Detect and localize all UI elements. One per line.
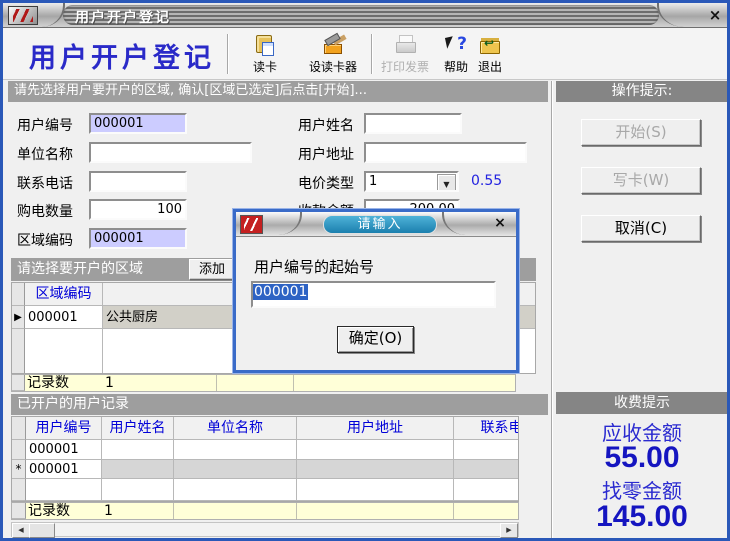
unit-name-label: 单位名称 xyxy=(17,144,73,164)
horizontal-scrollbar[interactable]: ◀ ▶ xyxy=(11,522,519,537)
area-code-column-header[interactable]: 区域编码 xyxy=(25,283,103,306)
area-code-label: 区域编码 xyxy=(17,230,73,250)
add-area-button[interactable]: 添加 xyxy=(189,259,235,280)
chevron-down-icon[interactable] xyxy=(437,174,456,191)
write-card-button: 写卡(W) xyxy=(581,167,701,194)
records-table-footer: 记录数 1 xyxy=(11,502,519,520)
area-record-count: 记录数 1 xyxy=(25,375,217,391)
records-row-2[interactable]: * 000001 xyxy=(12,460,518,479)
ok-button[interactable]: 确定(O) xyxy=(337,326,414,353)
phone-label: 联系电话 xyxy=(17,173,73,193)
area-table-footer: 记录数 1 xyxy=(11,374,516,392)
input-dialog: 请输入 × 用户编号的起始号 000001 确定(O) xyxy=(233,209,519,373)
user-name-field[interactable] xyxy=(364,113,462,134)
dialog-logo-icon xyxy=(240,215,263,234)
toolbar-separator-2 xyxy=(371,34,373,74)
ops-panel-header: 操作提示: xyxy=(556,81,728,102)
dialog-title-bar: 请输入 × xyxy=(236,212,516,237)
current-row-marker: ▶ xyxy=(12,306,25,329)
col-user-name[interactable]: 用户姓名 xyxy=(102,417,174,440)
user-id-cell[interactable]: 000001 xyxy=(26,440,102,460)
records-row-1[interactable]: 000001 xyxy=(12,440,518,460)
exit-icon xyxy=(479,34,501,56)
scroll-right-icon[interactable]: ▶ xyxy=(500,523,518,538)
app-logo-icon xyxy=(8,6,38,25)
dialog-title: 请输入 xyxy=(323,215,437,234)
title-bar: 用户开户登记 × xyxy=(3,3,727,28)
record-count-value: 1 xyxy=(105,375,114,391)
new-row-marker: * xyxy=(12,460,26,479)
area-code-field[interactable]: 000001 xyxy=(89,228,187,249)
col-phone[interactable]: 联系电话 xyxy=(454,417,519,440)
record-count-label: 记录数 xyxy=(27,375,69,391)
help-icon xyxy=(445,34,467,56)
receivable-amount: 55.00 xyxy=(559,441,725,475)
dialog-prompt-label: 用户编号的起始号 xyxy=(254,256,374,277)
configure-reader-icon xyxy=(322,34,344,56)
address-label: 用户地址 xyxy=(298,144,354,164)
toolbar-separator xyxy=(227,34,229,74)
records-header-row: 用户编号 用户姓名 单位名称 用户地址 联系电话 xyxy=(12,417,518,440)
printer-icon xyxy=(394,34,416,56)
change-amount: 145.00 xyxy=(559,500,725,534)
unit-name-field[interactable] xyxy=(89,142,252,163)
user-id-cell[interactable]: 000001 xyxy=(26,460,102,479)
col-unit-name[interactable]: 单位名称 xyxy=(174,417,297,440)
toolbar: 用户开户登记 读卡 设读卡器 打印发票 帮助 退出 xyxy=(3,28,727,80)
panel-divider xyxy=(551,81,553,538)
scroll-left-icon[interactable]: ◀ xyxy=(12,523,30,538)
fee-panel-header: 收费提示 xyxy=(556,392,728,414)
setup-reader-button[interactable]: 设读卡器 xyxy=(303,31,363,77)
col-address[interactable]: 用户地址 xyxy=(297,417,454,440)
card-reader-icon xyxy=(254,34,276,56)
price-type-combobox[interactable]: 1 xyxy=(364,171,459,192)
selected-input-text: 000001 xyxy=(253,284,308,300)
title-bar-curve-left xyxy=(39,3,65,27)
dialog-close-icon[interactable]: × xyxy=(492,215,508,231)
phone-field[interactable] xyxy=(89,171,187,192)
records-section-header: 已开户的用户记录 xyxy=(11,394,548,415)
title-bar-curve-right xyxy=(657,3,687,27)
price-type-label: 电价类型 xyxy=(298,173,354,193)
user-id-field[interactable]: 000001 xyxy=(89,113,187,134)
read-card-button[interactable]: 读卡 xyxy=(239,31,291,77)
price-type-value: 1 xyxy=(369,174,377,189)
close-icon[interactable]: × xyxy=(705,5,725,25)
purchase-qty-label: 购电数量 xyxy=(17,201,73,221)
cancel-button[interactable]: 取消(C) xyxy=(581,215,701,242)
scrollbar-thumb[interactable] xyxy=(29,523,55,538)
records-empty-row xyxy=(12,479,518,501)
col-user-id[interactable]: 用户编号 xyxy=(26,417,102,440)
purchase-qty-field[interactable]: 100 xyxy=(89,199,187,220)
page-title: 用户开户登记 xyxy=(29,36,215,75)
app-window: 用户开户登记 × 用户开户登记 读卡 设读卡器 打印发票 帮助 退出 请先选择用… xyxy=(0,0,730,541)
row-selector-header xyxy=(12,283,25,306)
exit-button[interactable]: 退出 xyxy=(469,31,511,77)
instruction-bar: 请先选择用户要开户的区域, 确认[区域已选定]后点击[开始]... xyxy=(8,81,548,102)
records-table: 用户编号 用户姓名 单位名称 用户地址 联系电话 000001 * 000001 xyxy=(11,416,519,502)
print-invoice-button: 打印发票 xyxy=(377,31,433,77)
price-rate-value: 0.55 xyxy=(471,173,502,189)
user-name-label: 用户姓名 xyxy=(298,115,354,135)
record-count-value: 1 xyxy=(104,503,113,519)
records-record-count: 记录数 1 xyxy=(26,503,174,519)
start-number-input[interactable]: 000001 xyxy=(251,281,496,308)
area-code-cell[interactable]: 000001 xyxy=(25,306,103,329)
window-title: 用户开户登记 xyxy=(75,7,171,27)
user-id-label: 用户编号 xyxy=(17,115,73,135)
address-field[interactable] xyxy=(364,142,527,163)
start-button: 开始(S) xyxy=(581,119,701,146)
record-count-label: 记录数 xyxy=(28,503,70,519)
